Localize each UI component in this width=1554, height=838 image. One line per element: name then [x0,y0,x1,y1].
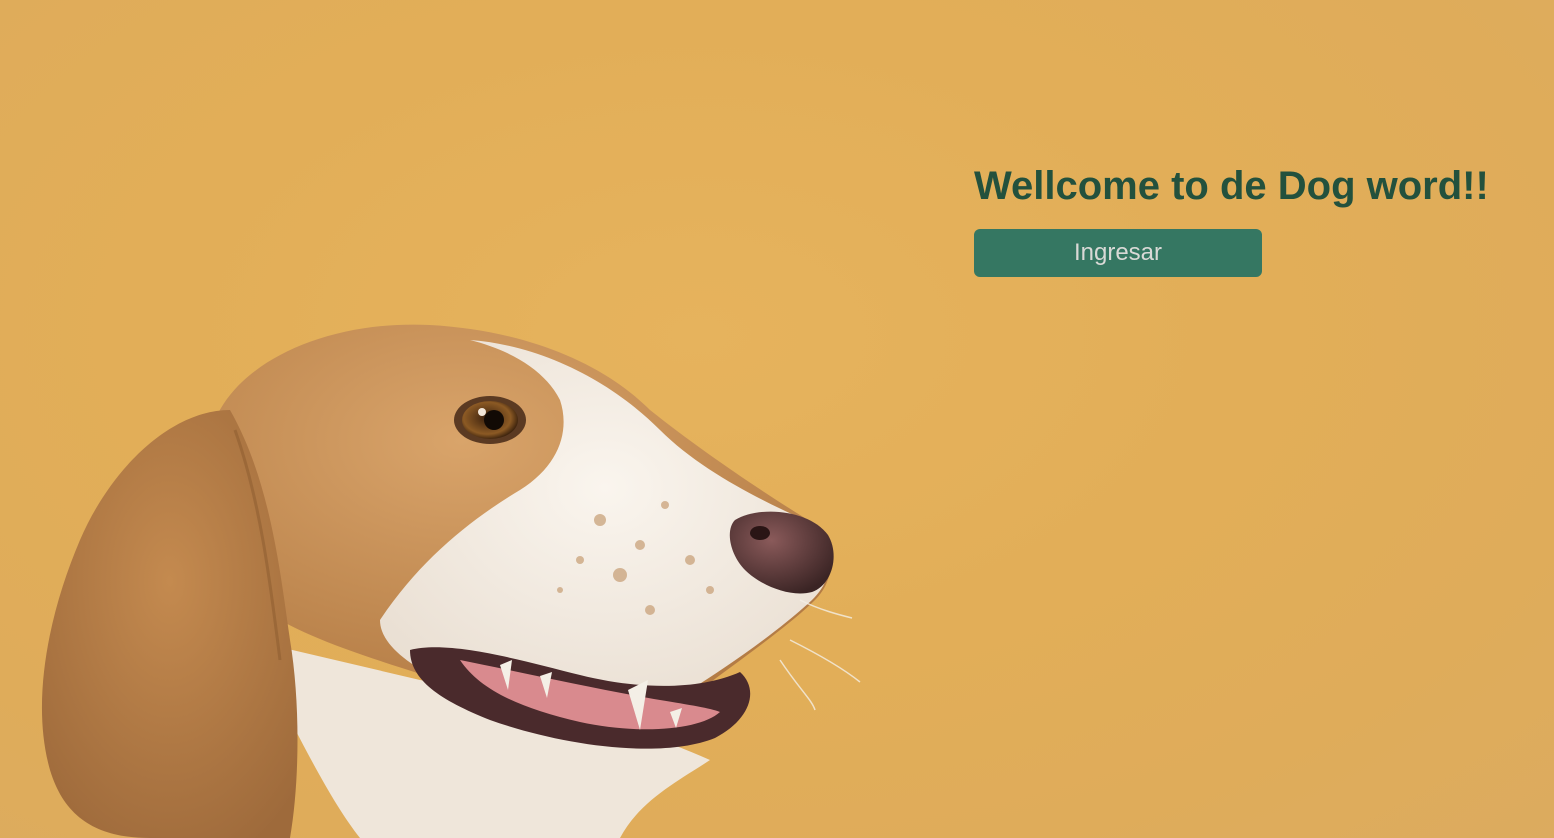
enter-button[interactable]: Ingresar [974,229,1262,277]
dog-image [41,324,861,838]
welcome-panel: Wellcome to de Dog word!! Ingresar [974,162,1514,277]
welcome-title: Wellcome to de Dog word!! [974,164,1489,208]
